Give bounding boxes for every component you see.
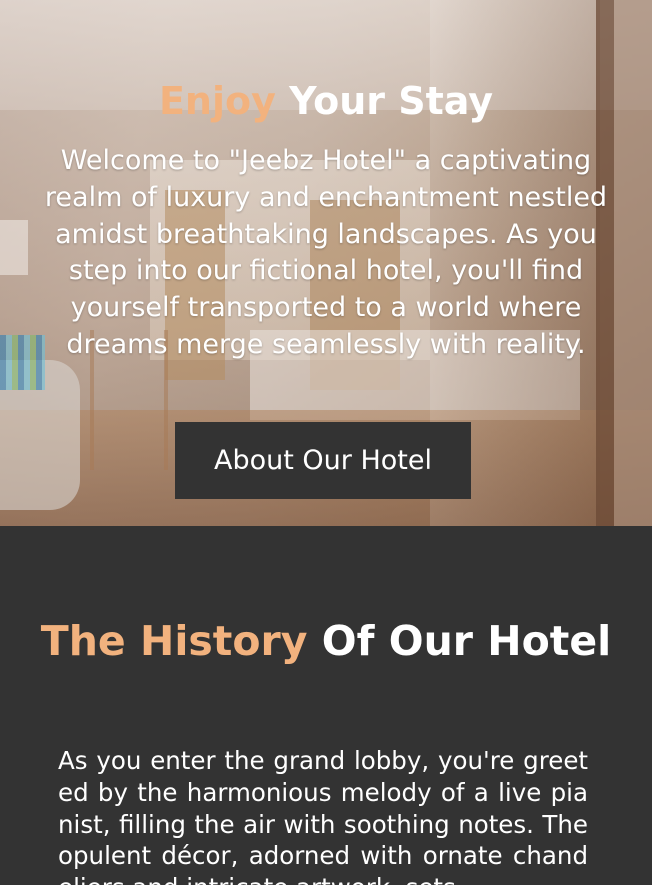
history-title-rest: Of Our Hotel [307, 617, 612, 665]
hero-title-accent: Enjoy [158, 79, 276, 123]
history-title: The History Of Our Hotel [40, 614, 612, 668]
hero-title: Enjoy Your Stay [0, 78, 652, 124]
hero-section: Enjoy Your Stay Welcome to "Jeebz Hotel"… [0, 0, 652, 526]
hero-description: Welcome to "Jeebz Hotel" a captivating r… [44, 145, 608, 360]
history-title-accent: The History [40, 617, 308, 665]
history-section: The History Of Our Hotel As you enter th… [0, 526, 652, 885]
room-wall-picture [0, 220, 28, 275]
room-pillow [0, 335, 45, 390]
history-text: As you enter the grand lobby, you're gre… [58, 746, 588, 885]
hero-title-rest: Your Stay [275, 79, 494, 123]
about-our-hotel-button[interactable]: About Our Hotel [175, 422, 471, 499]
